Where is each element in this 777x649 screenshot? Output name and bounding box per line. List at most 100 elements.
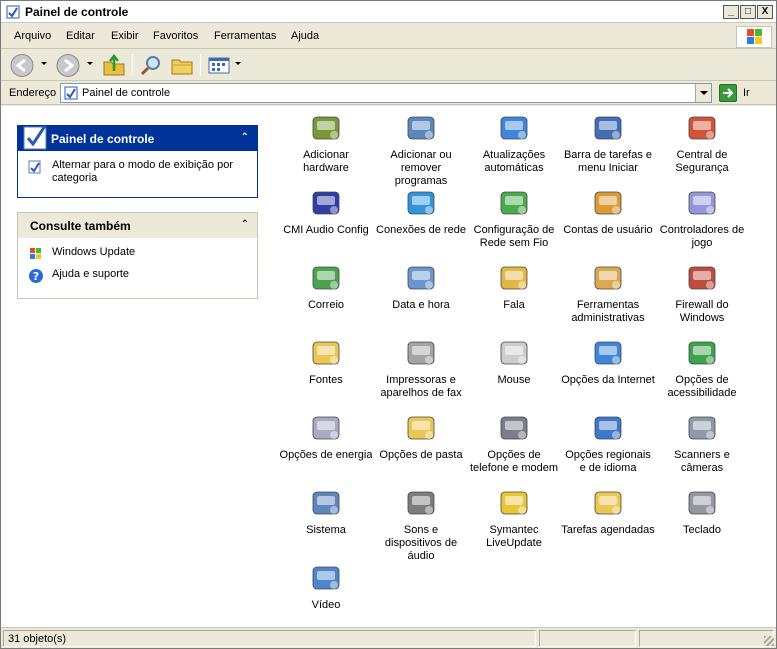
control-panel-item[interactable]: Opções regionais e de idioma bbox=[561, 411, 655, 475]
control-panel-item-label: Opções de telefone e modem bbox=[469, 449, 559, 474]
minimize-button[interactable]: _ bbox=[723, 5, 739, 19]
maximize-button[interactable]: □ bbox=[740, 5, 756, 19]
help-support-link[interactable]: ? Ajuda e suporte bbox=[28, 268, 249, 286]
control-panel-item[interactable]: Opções de pasta bbox=[374, 411, 468, 462]
menu-editar[interactable]: Editar bbox=[66, 30, 95, 42]
control-panel-item[interactable]: Mouse bbox=[467, 336, 561, 387]
control-panel-item-label: Central de Segurança bbox=[675, 149, 729, 174]
control-panel-item[interactable]: Fala bbox=[467, 261, 561, 312]
control-panel-item[interactable]: Impressoras e aparelhos de fax bbox=[374, 336, 468, 400]
close-button[interactable]: X bbox=[757, 5, 773, 19]
windows-update-icon bbox=[30, 248, 41, 259]
control-panel-item[interactable]: Correio bbox=[279, 261, 373, 312]
back-dropdown-icon[interactable] bbox=[41, 62, 47, 65]
up-folder-icon[interactable] bbox=[101, 53, 127, 78]
panel-title: Consulte também bbox=[30, 219, 131, 233]
svg-text:?: ? bbox=[33, 270, 39, 283]
programs-icon bbox=[374, 111, 468, 145]
control-panel-item[interactable]: Opções de energia bbox=[279, 411, 373, 462]
network-globe-icon bbox=[374, 186, 468, 220]
control-panel-item[interactable]: Opções de telefone e modem bbox=[467, 411, 561, 475]
views-dropdown-icon[interactable] bbox=[235, 62, 241, 65]
control-panel-item[interactable]: Data e hora bbox=[374, 261, 468, 312]
control-panel-item[interactable]: Tarefas agendadas bbox=[561, 486, 655, 537]
menu-ajuda[interactable]: Ajuda bbox=[291, 30, 319, 42]
folders-icon[interactable] bbox=[169, 53, 195, 78]
control-panel-item-label: Opções de energia bbox=[279, 449, 373, 461]
forward-icon[interactable] bbox=[55, 53, 81, 78]
control-panel-item[interactable]: Symantec LiveUpdate bbox=[467, 486, 561, 550]
control-panel-item[interactable]: Opções da Internet bbox=[561, 336, 655, 387]
address-dropdown-icon[interactable] bbox=[695, 84, 711, 102]
collapse-chevron-icon[interactable]: ⌃ bbox=[241, 219, 249, 230]
control-panel-item[interactable]: Conexões de rede bbox=[374, 186, 468, 237]
control-panel-item-label: Opções da Internet bbox=[561, 374, 655, 386]
control-panel-item[interactable]: Barra de tarefas e menu Iniciar bbox=[561, 111, 655, 175]
control-panel-item[interactable]: Opções de acessibilidade bbox=[655, 336, 749, 400]
control-panel-item[interactable]: Adicionar hardware bbox=[279, 111, 373, 175]
control-panel-item[interactable]: Fontes bbox=[279, 336, 373, 387]
control-panel-item[interactable]: Vídeo bbox=[279, 561, 373, 612]
title-bar[interactable]: Painel de controle _ □ X bbox=[1, 1, 776, 23]
panel-title: Painel de controle bbox=[51, 132, 155, 146]
control-panel-item[interactable]: Configuração de Rede sem Fio bbox=[467, 186, 561, 250]
menu-bar: Arquivo Editar Exibir Favoritos Ferramen… bbox=[1, 24, 776, 49]
status-zone bbox=[639, 630, 774, 647]
control-panel-item[interactable]: Central de Segurança bbox=[655, 111, 749, 175]
toolbar bbox=[1, 50, 776, 81]
search-icon[interactable] bbox=[138, 53, 164, 78]
control-panel-item[interactable]: Ferramentas administrativas bbox=[561, 261, 655, 325]
switch-category-view-label: Alternar para o modo de exibição por cat… bbox=[52, 159, 233, 184]
collapse-chevron-icon[interactable]: ⌃ bbox=[241, 132, 249, 143]
switch-category-view-link[interactable]: Alternar para o modo de exibição por cat… bbox=[28, 159, 249, 185]
help-support-label: Ajuda e suporte bbox=[52, 268, 130, 280]
control-panel-item[interactable]: Teclado bbox=[655, 486, 749, 537]
power-icon bbox=[279, 411, 373, 445]
status-panel bbox=[539, 630, 636, 647]
control-panel-item[interactable]: Atualizações automáticas bbox=[467, 111, 561, 175]
menu-arquivo[interactable]: Arquivo bbox=[14, 30, 51, 42]
control-panel-task-pane: Painel de controle ⌃ Alternar para o mod… bbox=[17, 125, 258, 198]
control-panel-item-label: Vídeo bbox=[311, 599, 341, 611]
control-panel-item[interactable]: Scanners e câmeras bbox=[655, 411, 749, 475]
control-panel-item[interactable]: Contas de usuário bbox=[561, 186, 655, 237]
system-icon bbox=[279, 486, 373, 520]
control-panel-item[interactable]: Controladores de jogo bbox=[655, 186, 749, 250]
speech-icon bbox=[467, 261, 561, 295]
go-arrow-icon[interactable] bbox=[719, 84, 737, 102]
control-panel-item[interactable]: Adicionar ou remover programas bbox=[374, 111, 468, 188]
windows-update-icon bbox=[467, 111, 561, 145]
address-input[interactable]: Painel de controle bbox=[60, 83, 712, 103]
content-area: Painel de controle ⌃ Alternar para o mod… bbox=[1, 106, 776, 627]
control-panel-icon bbox=[64, 86, 78, 100]
control-panel-item[interactable]: Firewall do Windows bbox=[655, 261, 749, 325]
views-icon[interactable] bbox=[206, 53, 232, 78]
control-panel-item[interactable]: Sons e dispositivos de áudio bbox=[374, 486, 468, 563]
resize-grip[interactable] bbox=[764, 636, 774, 646]
help-icon: ? bbox=[29, 269, 43, 283]
windows-update-link[interactable]: Windows Update bbox=[28, 246, 249, 264]
display-icon bbox=[279, 561, 373, 595]
control-panel-item-label: Adicionar hardware bbox=[303, 149, 349, 174]
taskbar-icon bbox=[561, 111, 655, 145]
control-panel-item-label: Opções de acessibilidade bbox=[667, 374, 737, 399]
menu-favoritos[interactable]: Favoritos bbox=[153, 30, 198, 42]
menu-ferramentas[interactable]: Ferramentas bbox=[214, 30, 276, 42]
panel-header[interactable]: Painel de controle ⌃ bbox=[18, 125, 257, 151]
control-panel-item-label: Symantec LiveUpdate bbox=[486, 524, 542, 549]
control-panel-item[interactable]: CMI Audio Config bbox=[279, 186, 373, 237]
control-panel-item-label: Fontes bbox=[309, 374, 343, 386]
panel-header[interactable]: Consulte também ⌃ bbox=[18, 213, 257, 238]
back-icon[interactable] bbox=[9, 53, 35, 78]
control-panel-item-label: Barra de tarefas e menu Iniciar bbox=[563, 149, 653, 174]
control-panel-item[interactable]: Sistema bbox=[279, 486, 373, 537]
go-button-label[interactable]: Ir bbox=[743, 87, 750, 99]
printer-icon bbox=[374, 336, 468, 370]
internet-options-icon bbox=[561, 336, 655, 370]
control-panel-item-label: Configuração de Rede sem Fio bbox=[473, 224, 555, 249]
see-also-pane: Consulte também ⌃ Windows Update ? Ajuda… bbox=[17, 212, 258, 299]
forward-dropdown-icon[interactable] bbox=[87, 62, 93, 65]
regional-globe-icon bbox=[561, 411, 655, 445]
control-panel-item-label: Conexões de rede bbox=[376, 224, 466, 236]
menu-exibir[interactable]: Exibir bbox=[111, 30, 139, 42]
